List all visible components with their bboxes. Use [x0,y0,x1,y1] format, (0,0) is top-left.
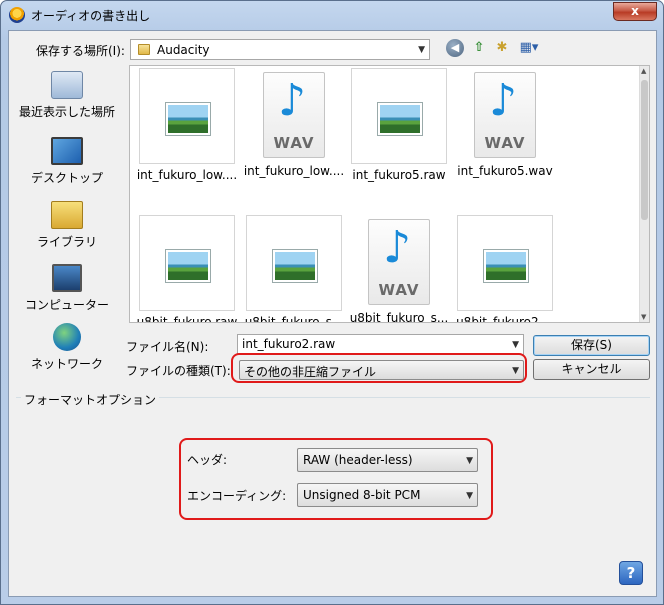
wav-file-icon: ♪ WAV [368,219,430,305]
save-in-value: Audacity [157,43,210,57]
filename-label: ファイル名(N): [126,340,209,354]
filename-input[interactable]: int_fukuro2.raw ▼ [237,334,524,355]
vertical-scrollbar[interactable]: ▲ ▼ [639,66,649,322]
file-item[interactable]: int_fukuro_low.... [133,68,241,182]
file-thumbnail [139,215,235,311]
chevron-down-icon[interactable]: ▼ [512,366,519,376]
libraries-icon [51,201,83,229]
filetype-value: その他の非圧縮ファイル [244,365,377,379]
up-folder-icon[interactable]: ⇧ [470,39,488,57]
wav-badge: WAV [484,134,526,152]
image-file-icon [273,250,317,282]
cancel-button[interactable]: キャンセル [533,359,650,380]
back-icon[interactable]: ◀ [446,39,464,57]
image-file-icon [166,250,210,282]
file-name: int_fukuro5.raw [352,168,446,182]
image-file-icon [484,250,528,282]
wav-badge: WAV [273,134,315,152]
encoding-label: エンコーディング: [187,489,287,503]
place-label: 最近表示した場所 [18,105,115,119]
filename-value: int_fukuro2.raw [242,337,336,351]
encoding-select[interactable]: Unsigned 8-bit PCM ▼ [297,483,478,507]
place-recent[interactable]: 最近表示した場所 [12,71,122,120]
file-item[interactable]: ♪ WAV int_fukuro_low.... [240,68,348,178]
wav-file-icon: ♪ WAV [263,72,325,158]
recent-places-icon [51,71,83,99]
save-in-combobox[interactable]: Audacity ▼ [130,39,430,60]
network-icon [53,323,81,351]
chevron-down-icon[interactable]: ▼ [466,456,473,466]
file-thumbnail [351,68,447,164]
place-label: デスクトップ [30,171,103,185]
format-options-title: フォーマットオプション [21,391,160,408]
save-button[interactable]: 保存(S) [533,335,650,356]
chevron-down-icon[interactable]: ▼ [512,340,519,350]
file-item[interactable]: ♪ WAV u8bit_fukuro_s... [345,215,453,323]
file-thumbnail [457,215,553,311]
views-menu-icon[interactable]: ▦▾ [516,39,542,57]
filetype-label: ファイルの種類(T): [126,364,231,378]
music-note-icon: ♪ [489,75,518,126]
place-computer[interactable]: コンピューター [12,264,122,313]
folder-icon [138,44,150,55]
scroll-down-icon[interactable]: ▼ [641,313,646,321]
desktop-icon [51,137,83,165]
image-file-icon [166,103,210,135]
file-name: u8bit_fukuro.raw [136,315,238,323]
header-label: ヘッダ: [187,453,228,467]
file-name: u8bit_fukuro2.... [456,315,554,323]
file-name: int_fukuro_low.... [136,168,238,182]
file-item[interactable]: u8bit_fukuro_s... [240,215,348,323]
chevron-down-icon[interactable]: ▼ [418,45,425,55]
place-desktop[interactable]: デスクトップ [12,137,122,186]
wav-file-icon: ♪ WAV [474,72,536,158]
file-thumbnail [139,68,235,164]
place-label: ネットワーク [30,357,103,371]
scroll-up-icon[interactable]: ▲ [641,67,646,75]
file-name: u8bit_fukuro_s... [349,311,449,323]
save-in-label: 保存する場所(I): [36,44,125,58]
window-title: オーディオの書き出し [31,9,151,23]
image-file-icon [378,103,422,135]
encoding-value: Unsigned 8-bit PCM [303,488,421,502]
music-note-icon: ♪ [383,222,412,273]
wav-badge: WAV [378,281,420,299]
place-libraries[interactable]: ライブラリ [12,201,122,250]
file-list[interactable]: int_fukuro_low.... ♪ WAV int_fukuro_low..… [129,65,650,323]
audacity-icon [9,7,25,23]
header-value: RAW (header-less) [303,453,413,467]
dialog-body: 保存する場所(I): Audacity ▼ ◀ ⇧ ✱ ▦▾ 最近表示した場所 … [8,30,657,597]
close-button[interactable]: x [613,2,657,21]
header-select[interactable]: RAW (header-less) ▼ [297,448,478,472]
file-name: int_fukuro5.wav [457,164,553,178]
place-label: ライブラリ [36,235,97,249]
help-button[interactable]: ? [619,561,643,585]
title-bar: オーディオの書き出し x [1,1,663,29]
file-item[interactable]: u8bit_fukuro2.... [451,215,559,323]
filetype-select[interactable]: その他の非圧縮ファイル ▼ [239,360,524,380]
export-audio-dialog: オーディオの書き出し x 保存する場所(I): Audacity ▼ ◀ ⇧ ✱… [0,0,664,605]
computer-icon [52,264,82,292]
file-item[interactable]: int_fukuro5.raw [345,68,453,182]
music-note-icon: ♪ [278,75,307,126]
file-thumbnail [246,215,342,311]
new-folder-icon[interactable]: ✱ [493,39,511,57]
chevron-down-icon[interactable]: ▼ [466,491,473,501]
scrollbar-thumb[interactable] [641,80,648,220]
place-network[interactable]: ネットワーク [12,323,122,372]
file-item[interactable]: u8bit_fukuro.raw [133,215,241,323]
file-name: u8bit_fukuro_s... [244,315,344,323]
file-name: int_fukuro_low.... [243,164,345,178]
place-label: コンピューター [24,298,109,312]
file-item[interactable]: ♪ WAV int_fukuro5.wav [451,68,559,178]
